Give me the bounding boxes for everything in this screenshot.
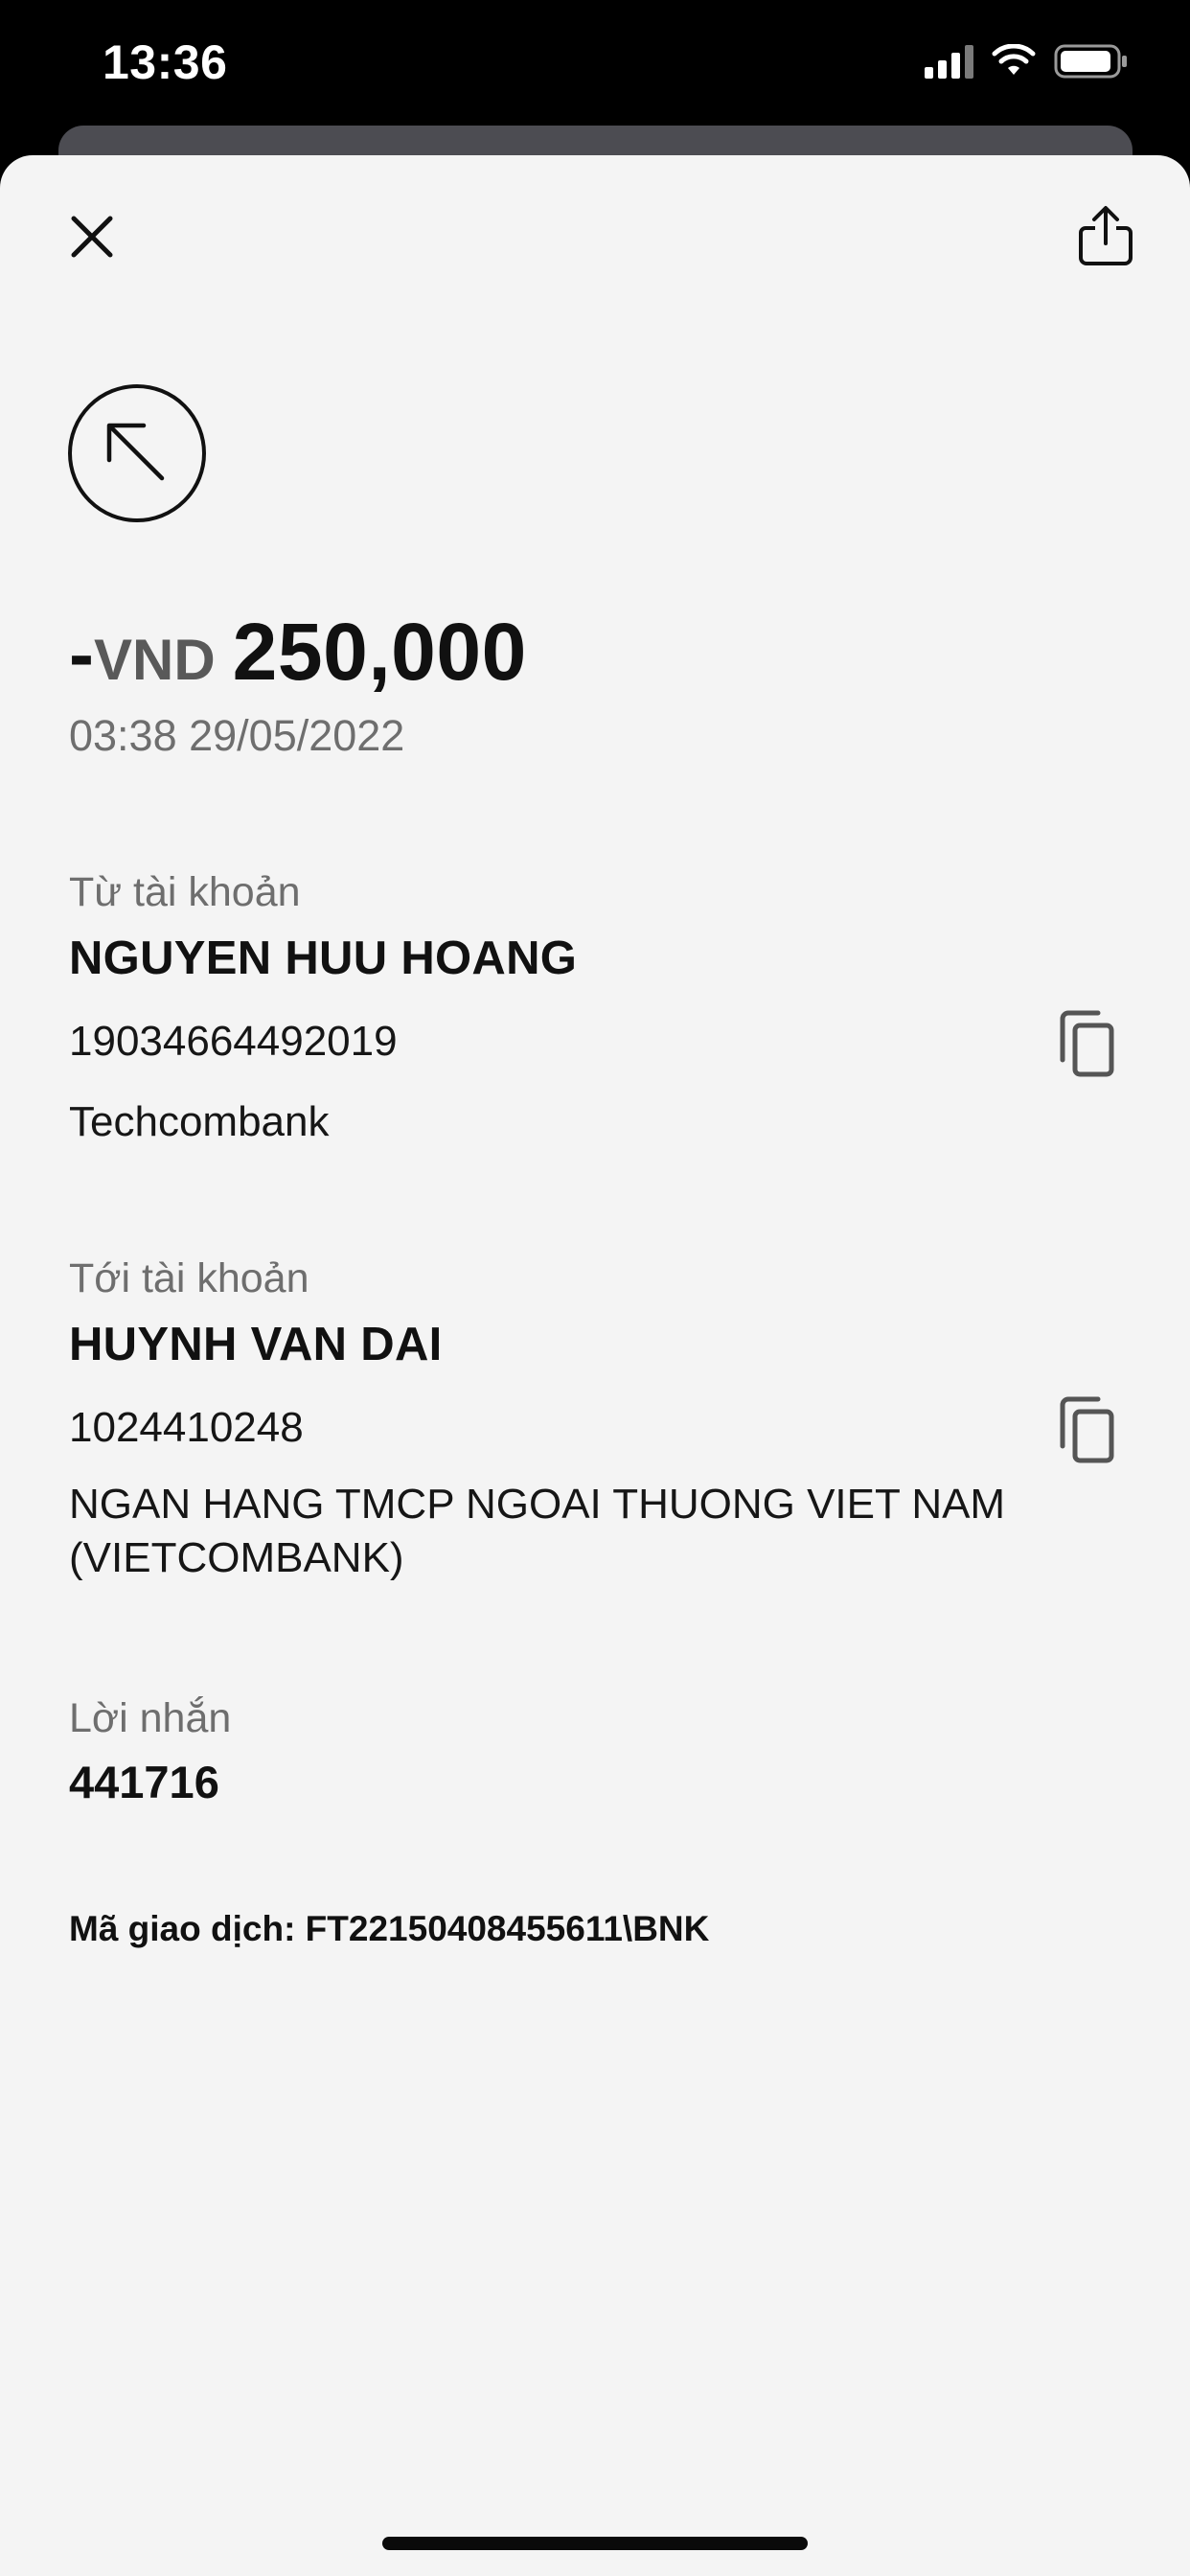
transaction-code: Mã giao dịch: FT22150408455611\BNK (69, 1909, 710, 1948)
to-account-label: Tới tài khoản (69, 1255, 309, 1301)
to-account-name: HUYNH VAN DAI (69, 1319, 443, 1370)
transaction-amount: - VND 250,000 (69, 606, 527, 699)
close-button[interactable] (63, 208, 121, 265)
wifi-icon (992, 44, 1036, 75)
amount-value: 250,000 (232, 607, 527, 697)
copy-icon (1060, 1010, 1114, 1077)
status-icons (925, 42, 1129, 80)
home-indicator (382, 2537, 808, 2550)
copy-to-account-button[interactable] (1054, 1392, 1121, 1468)
share-button[interactable] (1071, 199, 1140, 272)
from-account-bank: Techcombank (69, 1098, 330, 1145)
share-icon (1079, 206, 1133, 265)
from-account-name: NGUYEN HUU HOANG (69, 932, 578, 984)
transaction-detail-screen: 13:36 - VND 250,000 03:38 29/05/2022 Từ … (0, 0, 1190, 2576)
transaction-datetime: 03:38 29/05/2022 (69, 711, 405, 760)
from-account-label: Từ tài khoản (69, 869, 301, 915)
message-value: 441716 (69, 1757, 219, 1807)
battery-icon (1054, 44, 1127, 79)
from-account-number: 19034664492019 (69, 1018, 398, 1065)
amount-currency: VND (93, 628, 216, 692)
arrow-up-left-icon (68, 384, 206, 522)
message-label: Lời nhắn (69, 1695, 232, 1741)
amount-sign: - (69, 611, 94, 696)
to-account-number: 1024410248 (69, 1404, 304, 1451)
transaction-sheet: - VND 250,000 03:38 29/05/2022 Từ tài kh… (0, 155, 1190, 2576)
copy-icon (1060, 1396, 1114, 1463)
to-account-bank: NGAN HANG TMCP NGOAI THUONG VIET NAM (VI… (69, 1481, 1006, 1581)
status-time: 13:36 (103, 35, 228, 89)
close-icon (71, 216, 113, 258)
copy-from-account-button[interactable] (1054, 1005, 1121, 1082)
cellular-signal-icon (925, 44, 973, 79)
status-bar: 13:36 (0, 0, 1190, 129)
